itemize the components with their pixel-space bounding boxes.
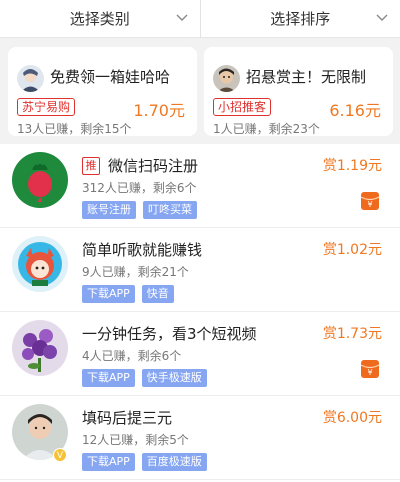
featured-stats: 1人已赚，剩余23个 [213, 122, 320, 136]
task-chips: 下载APP 快音 [82, 285, 181, 303]
envelope-glyph: ¥ [367, 368, 372, 377]
task-title: 一分钟任务，看3个短视频 [82, 323, 257, 344]
task-stats: 312人已赚，剩余6个 [82, 181, 197, 195]
task-chips: 下载APP 快手极速版 [82, 369, 214, 387]
task-reward: 赏1.73元 [322, 326, 382, 342]
task-chip: 百度极速版 [141, 453, 207, 471]
task-reward: 赏6.00元 [322, 410, 382, 426]
sort-filter-label: 选择排序 [270, 10, 331, 28]
task-list: 推 微信扫码注册 312人已赚，剩余6个 账号注册 叮咚买菜 赏1.19元 ¥ [0, 144, 400, 482]
task-thumbnail [12, 320, 68, 376]
task-item[interactable]: 一分钟任务，看3个短视频 4人已赚，剩余6个 下载APP 快手极速版 赏1.73… [0, 312, 400, 396]
featured-title: 招悬赏主！无限制 [246, 68, 367, 86]
featured-title: 免费领一箱娃哈哈 [50, 68, 171, 86]
task-title-text: 填码后提三元 [82, 409, 173, 427]
task-item[interactable]: 简单听歌就能赚钱 9人已赚，剩余21个 下载APP 快音 赏1.02元 [0, 228, 400, 312]
avatar [17, 65, 44, 92]
task-title-text: 微信扫码注册 [108, 157, 199, 175]
task-chip: 快手极速版 [141, 369, 207, 387]
task-chip: 下载APP [82, 285, 135, 303]
task-chips: 下载APP 百度极速版 [82, 453, 214, 471]
task-chip: 下载APP [82, 453, 135, 471]
task-title: 简单听歌就能赚钱 [82, 239, 202, 260]
task-stats: 12人已赚，剩余5个 [82, 433, 189, 447]
task-title-text: 简单听歌就能赚钱 [82, 241, 203, 259]
task-stats: 9人已赚，剩余21个 [82, 265, 189, 279]
pinned-badge: 推 [82, 156, 100, 175]
envelope-glyph: ¥ [367, 200, 372, 209]
task-chips: 账号注册 叮咚买菜 [82, 201, 204, 219]
filter-bar: 选择类别 选择排序 [0, 0, 400, 38]
task-reward: 赏1.02元 [322, 242, 382, 258]
chevron-down-icon [376, 14, 388, 21]
featured-price: 1.70元 [133, 101, 185, 120]
featured-price: 6.16元 [329, 101, 381, 120]
red-envelope-icon[interactable]: ¥ [360, 359, 380, 379]
category-filter-label: 选择类别 [69, 10, 130, 28]
category-filter[interactable]: 选择类别 [0, 0, 200, 37]
task-item[interactable]: 推 微信扫码注册 312人已赚，剩余6个 账号注册 叮咚买菜 赏1.19元 ¥ [0, 144, 400, 228]
task-chip: 账号注册 [82, 201, 136, 219]
task-chip: 叮咚买菜 [143, 201, 197, 219]
task-thumbnail [12, 152, 68, 208]
platform-tag: 苏宁易购 [17, 98, 76, 116]
chevron-down-icon [176, 14, 187, 21]
featured-card[interactable]: 招悬赏主！无限制 小招推客 6.16元 1人已赚，剩余23个 [204, 47, 393, 136]
sort-filter[interactable]: 选择排序 [199, 0, 400, 37]
avatar [213, 65, 240, 92]
task-reward: 赏1.19元 [322, 158, 382, 174]
task-chip: 快音 [141, 285, 174, 303]
task-title: 填码后提三元 [82, 407, 172, 428]
featured-stats: 13人已赚，剩余15个 [17, 122, 132, 136]
featured-card[interactable]: 免费领一箱娃哈哈 苏宁易购 1.70元 13人已赚，剩余15个 [8, 47, 197, 136]
task-chip: 下载APP [82, 369, 135, 387]
task-title: 推 微信扫码注册 [82, 155, 198, 176]
platform-tag: 小招推客 [213, 98, 272, 116]
task-stats: 4人已赚，剩余6个 [82, 349, 182, 363]
verified-badge-icon: V [53, 448, 67, 462]
task-thumbnail [12, 236, 68, 292]
featured-section: 免费领一箱娃哈哈 苏宁易购 1.70元 13人已赚，剩余15个 招悬赏主！无限制… [0, 38, 400, 144]
red-envelope-icon[interactable]: ¥ [360, 191, 380, 211]
task-title-text: 一分钟任务，看3个短视频 [82, 325, 257, 343]
task-item[interactable]: V 填码后提三元 12人已赚，剩余5个 下载APP 百度极速版 赏6.00元 [0, 396, 400, 480]
